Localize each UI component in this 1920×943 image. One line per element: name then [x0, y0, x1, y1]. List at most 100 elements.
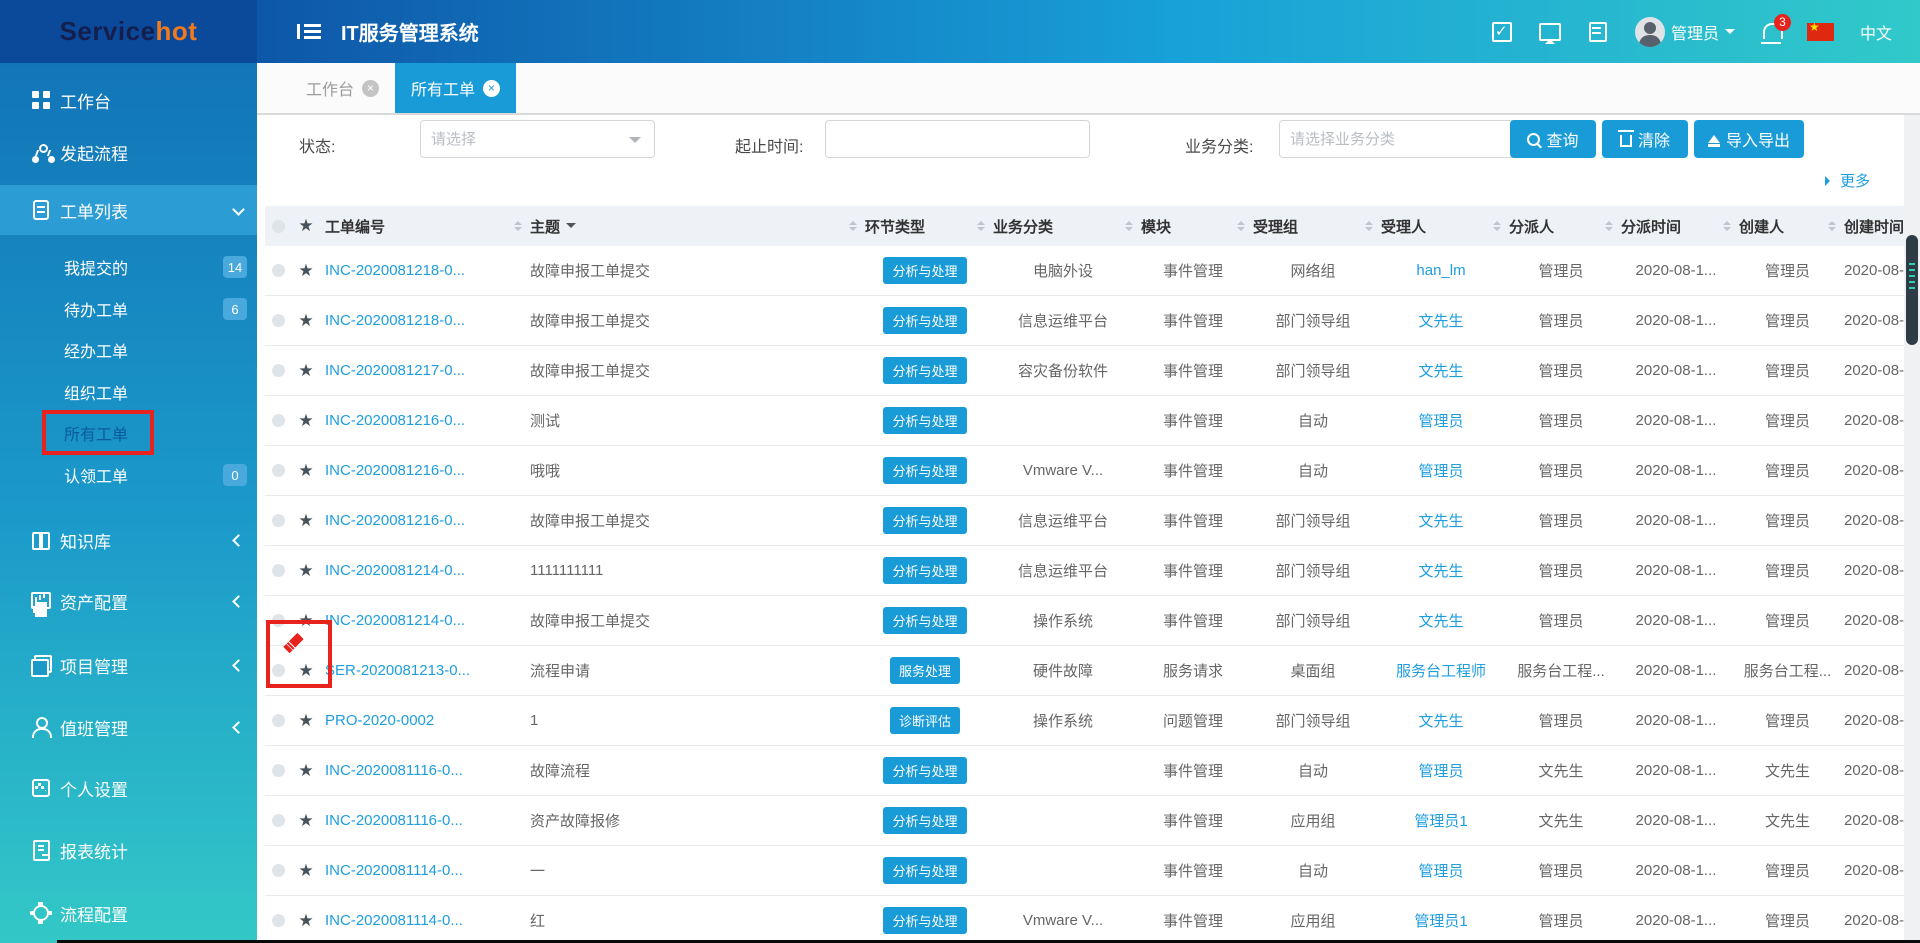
ticket-id-link[interactable]: INC-2020081216-0...	[325, 412, 465, 429]
ticket-id-link[interactable]: INC-2020081218-0...	[325, 262, 465, 279]
sidebar-item-15[interactable]: 报表统计	[0, 825, 257, 875]
header-stage[interactable]: 环节类型	[861, 216, 989, 237]
ticket-id-link[interactable]: INC-2020081217-0...	[325, 362, 465, 379]
ticket-id-link[interactable]: INC-2020081116-0...	[325, 812, 463, 829]
header-biz[interactable]: 业务分类	[989, 216, 1137, 237]
table-row[interactable]: ★INC-2020081114-0...红分析与处理Vmware V...事件管…	[265, 896, 1920, 943]
row-select-dot[interactable]	[272, 264, 285, 277]
tab-close-icon[interactable]: ×	[483, 80, 500, 97]
row-select-dot[interactable]	[272, 664, 285, 677]
star-icon[interactable]: ★	[298, 311, 313, 331]
assignee-link[interactable]: han_lm	[1416, 262, 1465, 279]
tab-1[interactable]: 工作台×	[290, 63, 395, 113]
sort-caret-icon[interactable]	[1125, 217, 1133, 235]
assignee-link[interactable]: 文先生	[1418, 310, 1463, 331]
table-row[interactable]: ★INC-2020081217-0...故障申报工单提交分析与处理容灾备份软件事…	[265, 346, 1920, 396]
table-row[interactable]: ★INC-2020081216-0...哦哦分析与处理Vmware V...事件…	[265, 446, 1920, 496]
sort-caret-icon[interactable]	[1493, 217, 1501, 235]
star-icon[interactable]: ★	[298, 261, 313, 281]
tab-2[interactable]: 所有工单×	[395, 63, 516, 113]
row-select-dot[interactable]	[272, 314, 285, 327]
star-icon[interactable]: ★	[298, 511, 313, 531]
assignee-link[interactable]: 文先生	[1418, 610, 1463, 631]
assignee-link[interactable]: 管理员	[1418, 460, 1463, 481]
row-select-dot[interactable]	[272, 814, 285, 827]
assignee-link[interactable]: 管理员	[1418, 760, 1463, 781]
assignee-link[interactable]: 管理员1	[1414, 910, 1467, 931]
user-avatar[interactable]	[1635, 17, 1665, 47]
status-select[interactable]	[420, 120, 655, 158]
row-select-dot[interactable]	[272, 414, 285, 427]
header-id[interactable]: 工单编号	[321, 216, 526, 237]
star-icon[interactable]: ★	[298, 911, 313, 931]
assignee-link[interactable]: 文先生	[1418, 710, 1463, 731]
sidebar-item-10[interactable]: 知识库	[0, 515, 257, 565]
table-row[interactable]: ★INC-2020081114-0...一分析与处理事件管理自动管理员管理员20…	[265, 846, 1920, 896]
table-row[interactable]: ★INC-2020081218-0...故障申报工单提交分析与处理电脑外设事件管…	[265, 246, 1920, 296]
ticket-id-link[interactable]: INC-2020081214-0...	[325, 562, 465, 579]
todo-check-icon[interactable]	[1491, 21, 1513, 43]
star-icon[interactable]: ★	[298, 761, 313, 781]
table-row[interactable]: ★INC-2020081216-0...测试分析与处理事件管理自动管理员管理员2…	[265, 396, 1920, 446]
assignee-link[interactable]: 管理员	[1418, 860, 1463, 881]
sidebar-item-13[interactable]: 值班管理	[0, 702, 257, 752]
star-icon[interactable]: ★	[298, 411, 313, 431]
user-menu[interactable]: 管理员	[1635, 17, 1735, 47]
sidebar-item-2[interactable]: 发起流程	[0, 127, 257, 177]
select-all-dot[interactable]	[272, 220, 285, 233]
sort-caret-icon[interactable]	[1365, 217, 1373, 235]
star-icon[interactable]: ★	[298, 216, 313, 236]
star-icon[interactable]: ★	[298, 661, 313, 681]
row-select-dot[interactable]	[272, 764, 285, 777]
import-export-button[interactable]: 导入导出	[1694, 120, 1804, 158]
vertical-scrollbar[interactable]	[1904, 115, 1920, 943]
ticket-id-link[interactable]: INC-2020081216-0...	[325, 462, 465, 479]
ticket-id-link[interactable]: INC-2020081114-0...	[325, 862, 463, 879]
sort-caret-icon[interactable]	[1237, 217, 1245, 235]
star-icon[interactable]: ★	[298, 861, 313, 881]
sort-caret-icon[interactable]	[1605, 217, 1613, 235]
star-icon[interactable]: ★	[298, 811, 313, 831]
header-dispatcher[interactable]: 分派人	[1505, 216, 1617, 237]
table-row[interactable]: ★INC-2020081116-0...故障流程分析与处理事件管理自动管理员文先…	[265, 746, 1920, 796]
more-link[interactable]: 更多	[1825, 170, 1870, 191]
table-row[interactable]: ★INC-2020081214-0...1111111111分析与处理信息运维平…	[265, 546, 1920, 596]
ticket-id-link[interactable]: INC-2020081114-0...	[325, 912, 463, 929]
sort-caret-icon[interactable]	[514, 217, 522, 235]
star-icon[interactable]: ★	[298, 611, 313, 631]
tab-close-icon[interactable]: ×	[362, 80, 379, 97]
sidebar-item-9[interactable]: 认领工单0	[0, 450, 257, 500]
header-group[interactable]: 受理组	[1249, 216, 1377, 237]
assignee-link[interactable]: 管理员	[1418, 410, 1463, 431]
table-row[interactable]: ★INC-2020081116-0...资产故障报修分析与处理事件管理应用组管理…	[265, 796, 1920, 846]
header-dtime[interactable]: 分派时间	[1617, 216, 1735, 237]
row-select-dot[interactable]	[272, 564, 285, 577]
search-button[interactable]: 查询	[1510, 120, 1596, 158]
table-row[interactable]: ★INC-2020081218-0...故障申报工单提交分析与处理信息运维平台事…	[265, 296, 1920, 346]
language-switcher[interactable]: 中文	[1860, 20, 1892, 44]
sort-caret-icon[interactable]	[1828, 217, 1836, 235]
row-select-dot[interactable]	[272, 914, 285, 927]
ticket-id-link[interactable]: SER-2020081213-0...	[325, 662, 470, 679]
assignee-link[interactable]: 管理员1	[1414, 810, 1467, 831]
assignee-link[interactable]: 文先生	[1418, 560, 1463, 581]
notifications-button[interactable]: 3	[1761, 23, 1781, 41]
form-list-icon[interactable]	[1587, 21, 1609, 43]
row-select-dot[interactable]	[272, 514, 285, 527]
table-row[interactable]: ★INC-2020081214-0...故障申报工单提交分析与处理操作系统事件管…	[265, 596, 1920, 646]
table-row[interactable]: ★PRO-2020-00021诊断评估操作系统问题管理部门领导组文先生管理员20…	[265, 696, 1920, 746]
header-assignee[interactable]: 受理人	[1377, 216, 1505, 237]
ticket-id-link[interactable]: INC-2020081214-0...	[325, 612, 465, 629]
sidebar-item-16[interactable]: 流程配置	[0, 888, 257, 938]
biz-category-input[interactable]	[1279, 120, 1541, 158]
row-select-dot[interactable]	[272, 714, 285, 727]
header-subject[interactable]: 主题	[526, 216, 861, 237]
sort-caret-icon[interactable]	[1723, 217, 1731, 235]
star-icon[interactable]: ★	[298, 711, 313, 731]
row-select-dot[interactable]	[272, 364, 285, 377]
row-select-dot[interactable]	[272, 614, 285, 627]
table-row[interactable]: ★SER-2020081213-0...流程申请服务处理硬件故障服务请求桌面组服…	[265, 646, 1920, 696]
ticket-id-link[interactable]: PRO-2020-0002	[325, 712, 434, 729]
header-creator[interactable]: 创建人	[1735, 216, 1840, 237]
ticket-id-link[interactable]: INC-2020081218-0...	[325, 312, 465, 329]
